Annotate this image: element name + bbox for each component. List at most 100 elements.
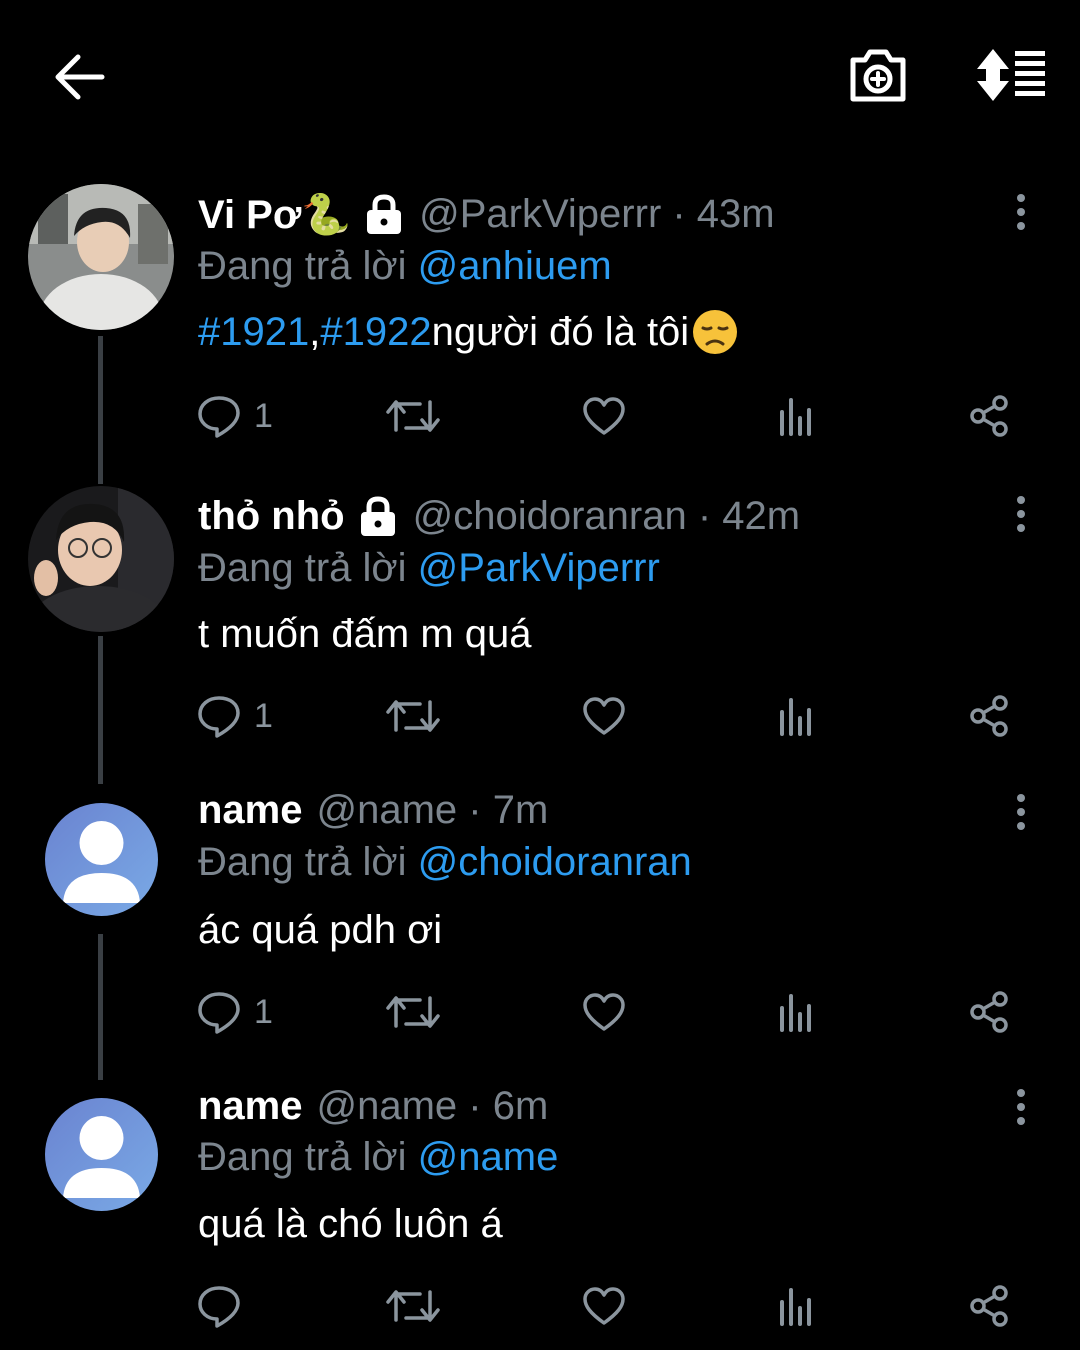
default-user-icon [63, 821, 140, 903]
reply-mention[interactable]: @name [418, 1135, 559, 1179]
share-button[interactable] [968, 386, 1010, 446]
reply-button[interactable]: 1 [196, 982, 273, 1042]
like-button[interactable] [582, 1276, 626, 1336]
comment-icon [198, 696, 240, 738]
retweet-icon [386, 700, 440, 732]
analytics-button[interactable] [778, 386, 814, 446]
arrow-left-icon [55, 54, 105, 100]
like-button[interactable] [582, 686, 626, 746]
reply-mention[interactable]: @ParkViperrr [418, 546, 660, 590]
tweet-header: name @name · 6m [198, 1080, 548, 1132]
heart-icon [583, 397, 625, 435]
bar-chart-icon [780, 398, 811, 436]
handle-and-time[interactable]: @choidoranran · 42m [413, 494, 800, 539]
more-vertical-icon [1017, 496, 1025, 532]
add-media-button[interactable] [840, 40, 916, 110]
thread-connector [98, 636, 103, 784]
tweet-header: thỏ nhỏ @choidoranran · 42m [198, 490, 800, 542]
more-options-button[interactable] [1005, 190, 1037, 234]
display-name[interactable]: thỏ nhỏ [198, 494, 345, 539]
retweet-button[interactable] [386, 1276, 440, 1336]
tweet-text: quá là chó luôn á [198, 1202, 503, 1246]
heart-icon [583, 993, 625, 1031]
avatar[interactable] [45, 803, 158, 916]
thread-connector [98, 934, 103, 1080]
more-options-button[interactable] [1005, 790, 1037, 834]
reply-context: Đang trả lời @choidoranran [198, 840, 692, 885]
thread-connector [98, 336, 103, 484]
action-bar: 1 [196, 686, 1036, 746]
tweet-text: #1921, #1922 người đó là tôi [198, 308, 739, 356]
retweet-icon [386, 996, 440, 1028]
handle-and-time[interactable]: @name · 7m [317, 788, 549, 833]
tweet-header: name @name · 7m [198, 784, 548, 836]
retweet-icon [386, 400, 440, 432]
lock-icon [357, 495, 399, 537]
display-name[interactable]: name [198, 1084, 303, 1129]
action-bar [196, 1276, 1036, 1336]
share-icon [970, 991, 1008, 1033]
reply-context: Đang trả lời @name [198, 1135, 558, 1180]
retweet-button[interactable] [386, 386, 440, 446]
share-icon [970, 395, 1008, 437]
more-options-button[interactable] [1005, 492, 1037, 536]
avatar[interactable] [28, 486, 174, 632]
hashtag[interactable]: #1922 [320, 310, 431, 355]
reply-count: 1 [254, 992, 273, 1031]
action-bar: 1 [196, 982, 1036, 1042]
hashtag[interactable]: #1921 [198, 310, 309, 355]
retweet-button[interactable] [386, 686, 440, 746]
reply-mention[interactable]: @anhiuem [418, 244, 612, 288]
analytics-button[interactable] [778, 686, 814, 746]
more-vertical-icon [1017, 794, 1025, 830]
text-part: , [309, 309, 321, 354]
comment-icon [198, 396, 240, 438]
handle-and-time[interactable]: @name · 6m [317, 1084, 549, 1129]
action-bar: 1 [196, 386, 1036, 446]
comment-icon [198, 1286, 240, 1328]
bar-chart-icon [780, 698, 811, 736]
text-part: người đó là tôi [431, 309, 690, 354]
like-button[interactable] [582, 386, 626, 446]
bar-chart-icon [780, 1288, 811, 1326]
display-name[interactable]: Vi Pơ🐍 [198, 191, 351, 238]
more-vertical-icon [1017, 1089, 1025, 1125]
share-icon [970, 695, 1008, 737]
analytics-button[interactable] [778, 1276, 814, 1336]
like-button[interactable] [582, 982, 626, 1042]
tweet-text: ác quá pdh ơi [198, 908, 443, 952]
avatar[interactable] [45, 1098, 158, 1211]
reply-context: Đang trả lời @anhiuem [198, 244, 612, 289]
analytics-button[interactable] [778, 982, 814, 1042]
reply-count: 1 [254, 396, 273, 435]
retweet-button[interactable] [386, 982, 440, 1042]
bar-chart-icon [780, 994, 811, 1032]
top-bar [0, 0, 1080, 150]
more-options-button[interactable] [1005, 1085, 1037, 1129]
share-button[interactable] [968, 686, 1010, 746]
reply-button[interactable] [196, 1276, 254, 1336]
reply-prefix: Đang trả lời [198, 840, 418, 884]
reply-context: Đang trả lời @ParkViperrr [198, 546, 660, 591]
reply-button[interactable]: 1 [196, 686, 273, 746]
share-button[interactable] [968, 982, 1010, 1042]
default-user-icon [63, 1116, 140, 1198]
reply-prefix: Đang trả lời [198, 244, 418, 288]
disappointed-face-emoji [693, 310, 738, 354]
reply-prefix: Đang trả lời [198, 546, 418, 590]
reply-mention[interactable]: @choidoranran [418, 840, 692, 884]
tweet-text: t muốn đấm m quá [198, 612, 532, 656]
heart-icon [583, 1287, 625, 1325]
more-vertical-icon [1017, 194, 1025, 230]
heart-icon [583, 697, 625, 735]
comment-icon [198, 992, 240, 1034]
avatar[interactable] [28, 184, 174, 330]
handle-and-time[interactable]: @ParkViperrr · 43m [419, 192, 775, 237]
share-button[interactable] [968, 1276, 1010, 1336]
tweet-header: Vi Pơ🐍 @ParkViperrr · 43m [198, 188, 775, 240]
reply-count: 1 [254, 696, 273, 735]
back-button[interactable] [44, 42, 114, 112]
sort-replies-button[interactable] [970, 40, 1052, 110]
display-name[interactable]: name [198, 788, 303, 833]
reply-button[interactable]: 1 [196, 386, 273, 446]
